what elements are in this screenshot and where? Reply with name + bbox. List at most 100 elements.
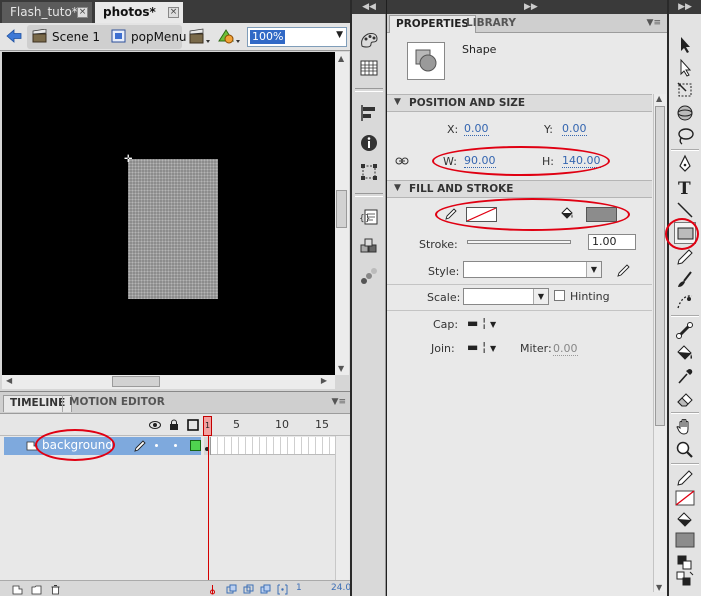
align-icon[interactable]	[359, 103, 379, 123]
breadcrumb-popmenu[interactable]: popMenu	[111, 28, 187, 46]
scroll-right-icon[interactable]: ▶	[321, 376, 327, 385]
join-select[interactable]: ▬ ¦ ▼	[467, 340, 496, 354]
collapse-panel-icon[interactable]: ▶▶	[524, 0, 538, 14]
breadcrumb: Scene 1 popMenu	[27, 25, 187, 49]
edit-stroke-style-icon[interactable]	[616, 262, 632, 278]
zoom-select[interactable]: 100% ▼	[247, 27, 347, 47]
outline-icon[interactable]	[187, 419, 199, 431]
new-folder-icon[interactable]	[31, 584, 42, 595]
onion-skin-outlines-icon[interactable]	[243, 584, 254, 595]
swatches-icon[interactable]	[359, 58, 379, 78]
edit-multiple-frames-icon[interactable]	[260, 584, 271, 595]
lasso-tool-icon[interactable]	[674, 125, 696, 147]
edit-scene-icon[interactable]	[188, 27, 212, 47]
info-icon[interactable]	[359, 133, 379, 153]
bone-tool-icon[interactable]	[674, 319, 696, 341]
selection-tool-icon[interactable]	[674, 34, 696, 56]
breadcrumb-scene[interactable]: Scene 1	[32, 28, 100, 46]
3d-rotation-tool-icon[interactable]	[674, 102, 696, 124]
tab-motion-editor[interactable]: MOTION EDITOR	[62, 395, 171, 412]
hand-tool-icon[interactable]	[674, 416, 696, 438]
tab-photos[interactable]: photos* ×	[95, 2, 183, 23]
cap-select[interactable]: ▬ ¦ ▼	[467, 316, 496, 330]
stage-vertical-scrollbar[interactable]: ▲ ▼	[335, 52, 349, 375]
eraser-tool-icon[interactable]	[674, 388, 696, 410]
back-arrow-icon[interactable]	[5, 27, 23, 47]
properties-vertical-scrollbar[interactable]: ▲ ▼	[653, 94, 666, 592]
frame-cells[interactable]	[204, 437, 335, 455]
swap-colors-icon[interactable]	[674, 569, 696, 591]
eye-icon[interactable]	[149, 419, 161, 431]
new-layer-icon[interactable]	[12, 584, 23, 595]
tab-flash-tuto[interactable]: Flash_tuto* ×	[2, 2, 92, 23]
scroll-left-icon[interactable]: ◀	[6, 376, 12, 385]
frame-number: 10	[275, 418, 289, 431]
fill-color-swatch[interactable]	[674, 530, 696, 552]
motion-presets-icon[interactable]	[359, 266, 379, 286]
visibility-dot[interactable]	[155, 444, 158, 447]
edit-bar: Scene 1 popMenu 100% ▼	[0, 23, 350, 51]
scroll-up-icon[interactable]: ▲	[338, 54, 344, 63]
stroke-color-tool-icon[interactable]	[674, 467, 696, 489]
link-chain-icon[interactable]	[395, 155, 409, 167]
scroll-down-icon[interactable]: ▼	[338, 364, 344, 373]
section-fill-and-stroke[interactable]: ▼ FILL AND STROKE	[387, 180, 652, 198]
layer-outline-color[interactable]	[190, 440, 201, 451]
tab-library[interactable]: LIBRARY	[460, 15, 522, 33]
subselection-tool-icon[interactable]	[674, 57, 696, 79]
close-icon[interactable]: ×	[77, 7, 88, 18]
section-position-and-size[interactable]: ▼ POSITION AND SIZE	[387, 94, 652, 112]
stroke-width-input[interactable]: 1.00	[588, 234, 636, 250]
scrollbar-thumb[interactable]	[655, 106, 665, 426]
y-value[interactable]: 0.00	[562, 123, 587, 136]
zoom-tool-icon[interactable]	[674, 439, 696, 461]
frame-rate[interactable]: 24.0	[331, 583, 351, 593]
stage-horizontal-scrollbar[interactable]: ◀ ▶	[2, 375, 335, 389]
paint-bucket-tool-icon[interactable]	[674, 342, 696, 364]
expand-triangle-icon: ▼	[394, 183, 401, 193]
panel-menu-icon[interactable]: ▼≡	[332, 397, 346, 407]
transform-icon[interactable]	[359, 162, 379, 182]
selected-shape[interactable]	[128, 159, 218, 299]
stroke-style-select[interactable]: ▼	[463, 261, 602, 278]
expand-triangle-icon: ▼	[394, 97, 401, 107]
components-icon[interactable]	[359, 237, 379, 257]
scroll-down-icon[interactable]: ▼	[656, 583, 662, 592]
scale-select[interactable]: ▼	[463, 288, 549, 305]
deco-tool-icon[interactable]	[674, 291, 696, 313]
trash-icon[interactable]	[50, 584, 61, 595]
center-frame-icon[interactable]	[207, 584, 218, 595]
x-value[interactable]: 0.00	[464, 123, 489, 136]
scrollbar-thumb[interactable]	[112, 376, 160, 387]
scroll-up-icon[interactable]: ▲	[656, 94, 662, 103]
hinting-checkbox[interactable]	[554, 290, 565, 301]
onion-skin-icon[interactable]	[226, 584, 237, 595]
timeline-vertical-scrollbar[interactable]	[335, 436, 349, 582]
stroke-color-swatch[interactable]	[674, 488, 696, 510]
x-label: X:	[447, 123, 459, 136]
scrollbar-thumb[interactable]	[336, 190, 347, 228]
miter-value[interactable]: 0.00	[553, 343, 578, 356]
pen-tool-icon[interactable]	[674, 153, 696, 175]
collapse-tools-icon[interactable]: ▶▶	[669, 0, 701, 14]
text-tool-icon[interactable]: T	[674, 176, 696, 199]
pencil-tool-icon[interactable]	[674, 246, 696, 268]
modify-markers-icon[interactable]	[277, 584, 288, 595]
fill-color-tool-icon[interactable]	[674, 509, 696, 531]
panel-menu-icon[interactable]: ▼≡	[647, 18, 661, 28]
close-icon[interactable]: ×	[168, 7, 179, 18]
lock-icon[interactable]	[168, 419, 180, 431]
actions-script-icon[interactable]: {}	[359, 207, 379, 227]
free-transform-tool-icon[interactable]	[674, 79, 696, 101]
chevron-down-icon[interactable]: ▼	[336, 30, 343, 40]
color-palette-icon[interactable]	[359, 30, 379, 50]
brush-tool-icon[interactable]	[674, 269, 696, 291]
playhead[interactable]: 1	[203, 416, 212, 436]
edit-symbols-icon[interactable]	[216, 27, 242, 47]
stroke-slider[interactable]	[467, 240, 571, 244]
eyedropper-tool-icon[interactable]	[674, 365, 696, 387]
lock-dot[interactable]	[174, 444, 177, 447]
stage[interactable]: ✛	[2, 52, 335, 375]
separator	[387, 284, 652, 285]
expand-panels-icon[interactable]: ◀◀	[352, 0, 386, 14]
